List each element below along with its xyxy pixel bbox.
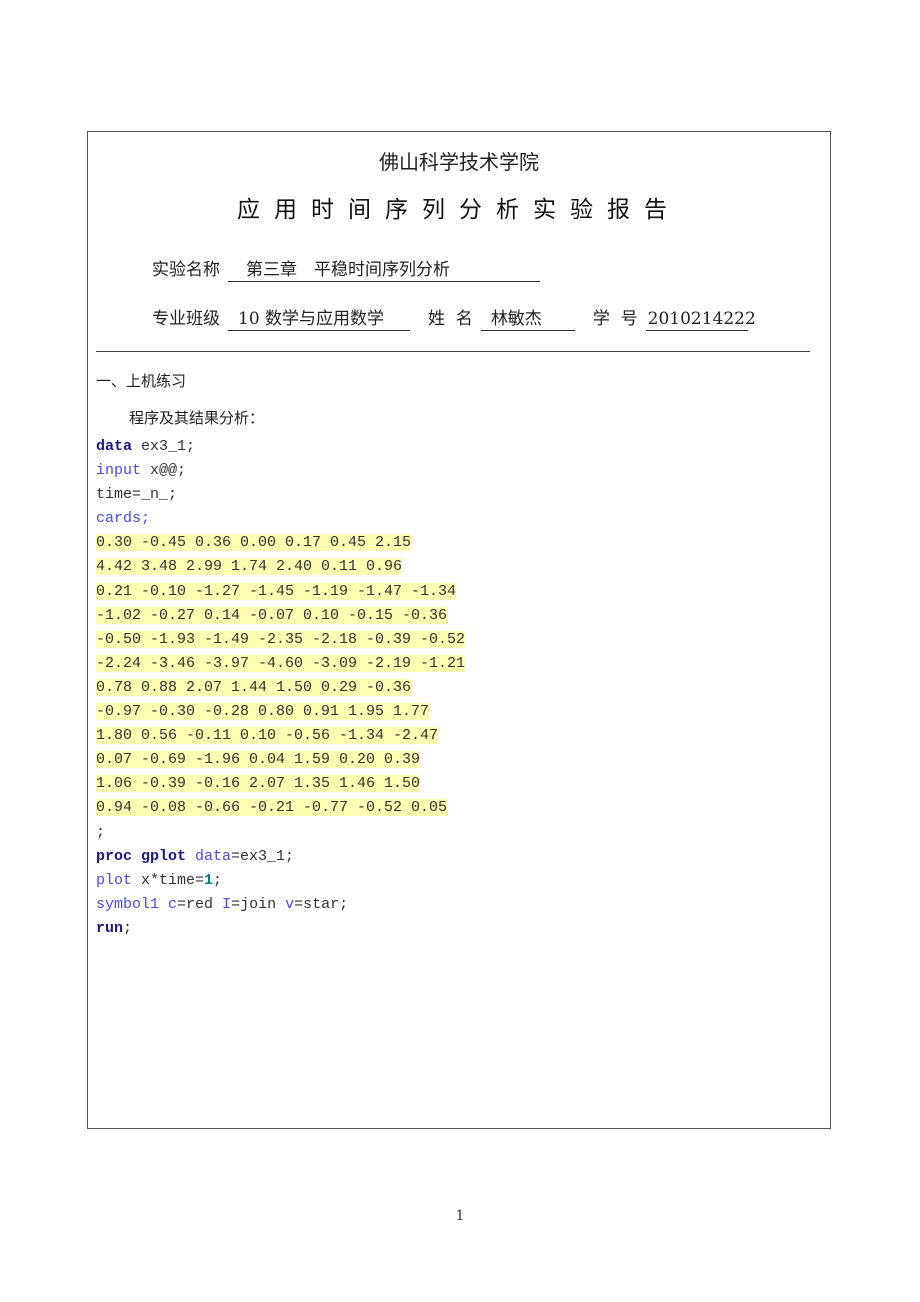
code-keyword: plot: [96, 871, 133, 889]
code-text: ex3_1;: [132, 438, 196, 455]
code-line: symbol1 c=red I=join v=star;: [96, 893, 465, 917]
data-line: 1.06 -0.39 -0.16 2.07 1.35 1.46 1.50: [96, 772, 465, 796]
data-line-text: 0.21 -0.10 -1.27 -1.45 -1.19 -1.47 -1.34: [96, 582, 457, 600]
section-heading: 一、上机练习: [96, 372, 187, 390]
code-number: 1: [204, 871, 214, 889]
data-line-text: 0.78 0.88 2.07 1.44 1.50 0.29 -0.36: [96, 678, 412, 696]
code-line: ;: [96, 823, 106, 841]
code-option: data: [186, 847, 232, 865]
header-divider: [96, 351, 810, 352]
code-keyword: data: [96, 438, 133, 455]
page-number: 1: [455, 1208, 465, 1224]
data-line-text: 1.06 -0.39 -0.16 2.07 1.35 1.46 1.50: [96, 775, 421, 793]
experiment-name-label: 实验名称: [152, 260, 220, 280]
code-line: proc gplot data=ex3_1;: [96, 845, 465, 869]
report-frame: 佛山科学技术学院 应用时间序列分析实验报告 实验名称 第三章 平稳时间序列分析 专…: [87, 131, 831, 1129]
data-line: -2.24 -3.46 -3.97 -4.60 -3.09 -2.19 -1.2…: [96, 652, 466, 676]
data-line: -1.02 -0.27 0.14 -0.07 0.10 -0.15 -0.36: [96, 604, 465, 628]
code-text: =join: [231, 895, 286, 913]
code-line: input x@@;: [96, 459, 465, 483]
code-text: =red: [177, 895, 223, 913]
data-line: -0.97 -0.30 -0.28 0.80 0.91 1.95 1.77: [96, 700, 465, 724]
data-line-text: 4.42 3.48 2.99 1.74 2.40 0.11 0.96: [96, 558, 403, 576]
data-line-text: 0.94 -0.08 -0.66 -0.21 -0.77 -0.52 0.05: [96, 799, 448, 817]
data-line: 0.94 -0.08 -0.66 -0.21 -0.77 -0.52 0.05: [96, 796, 465, 820]
class-value: 10 数学与应用数学: [228, 304, 410, 331]
data-lines: 0.30 -0.45 0.36 0.00 0.17 0.45 2.15 4.42 …: [96, 531, 466, 820]
code-line: plot x*time=1;: [96, 869, 465, 893]
data-line: 0.78 0.88 2.07 1.44 1.50 0.29 -0.36: [96, 676, 465, 700]
student-id-label: 学 号: [592, 309, 638, 329]
data-line: 0.30 -0.45 0.36 0.00 0.17 0.45 2.15: [96, 531, 465, 555]
data-line-text: 0.07 -0.69 -1.96 0.04 1.59 0.20 0.39: [96, 751, 421, 769]
data-line: 0.21 -0.10 -1.27 -1.45 -1.19 -1.47 -1.34: [96, 580, 465, 604]
code-text: x*time=: [132, 871, 205, 889]
data-line-text: -1.02 -0.27 0.14 -0.07 0.10 -0.15 -0.36: [96, 606, 448, 624]
class-label: 专业班级: [152, 309, 220, 329]
section-subheading: 程序及其结果分析：: [129, 409, 265, 427]
code-option: v: [285, 895, 295, 913]
data-line: -0.50 -1.93 -1.49 -2.35 -2.18 -0.39 -0.5…: [96, 628, 466, 652]
code-keyword: run: [96, 919, 124, 937]
data-line-text: -0.50 -1.93 -1.49 -2.35 -2.18 -0.39 -0.5…: [96, 630, 466, 648]
code-line: data ex3_1;: [96, 435, 465, 459]
code-keyword: symbol1: [96, 895, 160, 913]
data-line-text: 1.80 0.56 -0.11 0.10 -0.56 -1.34 -2.47: [96, 727, 439, 745]
code-option: I: [222, 895, 232, 913]
code-keyword: input: [96, 462, 142, 480]
code-keyword: proc gplot: [96, 847, 187, 865]
experiment-name-row: 实验名称 第三章 平稳时间序列分析: [152, 255, 540, 282]
code-text: x@@;: [141, 462, 187, 480]
code-line: time=_n_;: [96, 486, 178, 504]
experiment-name-value: 第三章 平稳时间序列分析: [228, 255, 540, 282]
code-line: run;: [96, 917, 465, 941]
code-text: ;: [213, 871, 223, 889]
data-line-text: 0.30 -0.45 0.36 0.00 0.17 0.45 2.15: [96, 534, 412, 552]
code-text: ;: [123, 919, 133, 937]
code-text: =ex3_1;: [231, 847, 295, 865]
code-text: =star;: [294, 895, 349, 913]
sas-code-block: data ex3_1; input x@@; time=_n_; cards; …: [96, 435, 466, 941]
code-line: cards;: [96, 510, 151, 528]
data-line: 1.80 0.56 -0.11 0.10 -0.56 -1.34 -2.47: [96, 724, 465, 748]
data-line: 4.42 3.48 2.99 1.74 2.40 0.11 0.96: [96, 555, 465, 579]
report-title: 应用时间序列分析实验报告: [237, 197, 681, 223]
data-line-text: -0.97 -0.30 -0.28 0.80 0.91 1.95 1.77: [96, 703, 430, 721]
data-line-text: -2.24 -3.46 -3.97 -4.60 -3.09 -2.19 -1.2…: [96, 654, 466, 672]
name-label: 姓 名: [428, 309, 473, 329]
code-option: c: [159, 895, 178, 913]
name-value: 林敏杰: [480, 304, 575, 331]
student-info-row: 专业班级 10 数学与应用数学姓 名林敏杰学 号 2010214222: [152, 304, 756, 331]
school-name: 佛山科学技术学院: [379, 150, 539, 174]
student-id-value: 2010214222: [645, 309, 756, 331]
data-line: 0.07 -0.69 -1.96 0.04 1.59 0.20 0.39: [96, 748, 465, 772]
